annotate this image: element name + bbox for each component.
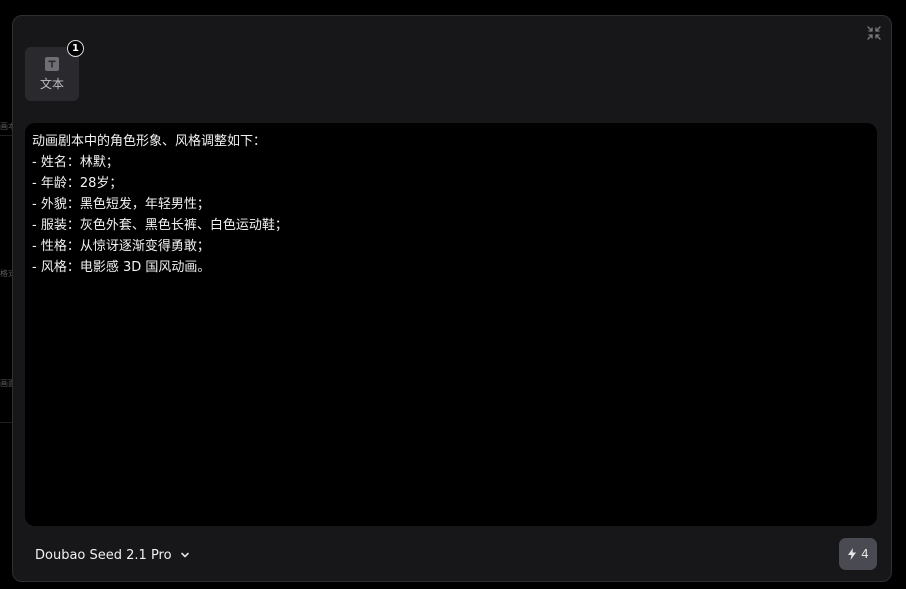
prompt-line: 动画剧本中的角色形象、风格调整如下：: [32, 134, 267, 149]
background-divider: [0, 135, 12, 136]
background-divider: [0, 422, 12, 423]
prompt-line: - 外貌：黑色短发，年轻男性；: [32, 197, 210, 212]
collapse-button[interactable]: [866, 25, 882, 41]
model-selector[interactable]: Doubao Seed 2.1 Pro: [35, 546, 190, 564]
prompt-line: - 姓名：林默；: [32, 155, 119, 170]
text-t-icon: [45, 56, 59, 71]
model-name: Doubao Seed 2.1 Pro: [35, 547, 172, 563]
attachment-label: 文本: [39, 76, 64, 91]
text-editor-modal: 文本 1 动画剧本中的角色形象、风格调整如下： - 姓名：林默； - 年龄：28…: [12, 15, 892, 582]
prompt-line: - 性格：从惊讶逐渐变得勇敢；: [32, 239, 210, 254]
collapse-icon: [867, 26, 881, 40]
prompt-line: - 服装：灰色外套、黑色长裤、白色运动鞋；: [32, 218, 288, 233]
lightning-icon: [848, 548, 857, 560]
prompt-line: - 风格：电影感 3D 国风动画。: [32, 260, 211, 275]
prompt-line: - 年龄：28岁；: [32, 176, 123, 191]
attachment-count-badge: 1: [67, 40, 84, 57]
chevron-down-icon: [180, 550, 190, 560]
generate-button[interactable]: 4: [839, 538, 877, 570]
credit-cost: 4: [861, 547, 869, 561]
prompt-text-area[interactable]: 动画剧本中的角色形象、风格调整如下： - 姓名：林默； - 年龄：28岁； - …: [25, 123, 877, 526]
